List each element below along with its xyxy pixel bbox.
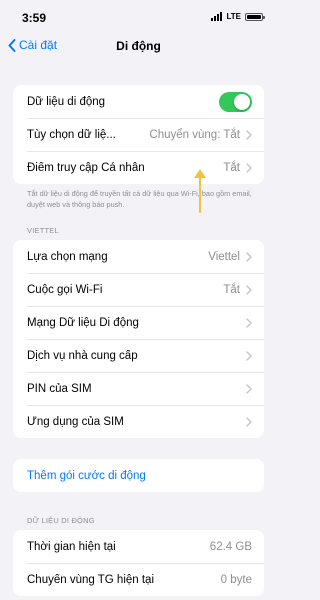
- annotation-arrow-icon: [194, 169, 206, 213]
- current-period-label: Thời gian hiện tại: [27, 540, 116, 553]
- carrier-section-header: VIETTEL: [27, 226, 59, 235]
- sim-applications-row[interactable]: Ứng dụng của SIM: [13, 405, 264, 438]
- network-selection-row[interactable]: Lựa chọn mạng Viettel: [13, 240, 264, 273]
- data-options-label: Tùy chọn dữ liệ...: [27, 128, 116, 141]
- chevron-right-icon: [246, 416, 252, 427]
- mobile-data-footnote: Tắt dữ liệu di động để truyền tất cả dữ …: [27, 189, 252, 209]
- network-selection-value: Viettel: [208, 250, 240, 263]
- cellular-data-network-row[interactable]: Mạng Dữ liệu Di động: [13, 306, 264, 339]
- signal-icon: [211, 12, 223, 21]
- status-time: 3:59: [22, 11, 47, 25]
- wifi-calling-label: Cuộc gọi Wi-Fi: [27, 283, 103, 296]
- wifi-calling-row[interactable]: Cuộc gọi Wi-Fi Tắt: [13, 273, 264, 306]
- sim-applications-label: Ứng dụng của SIM: [27, 415, 124, 428]
- add-cellular-plan-button[interactable]: Thêm gói cước di động: [13, 459, 264, 492]
- personal-hotspot-row[interactable]: Điểm truy cập Cá nhân Tắt: [13, 151, 264, 184]
- nav-bar: Cài đặt Di động: [0, 34, 277, 58]
- mobile-data-label: Dữ liệu di động: [27, 95, 106, 108]
- personal-hotspot-value: Tắt: [223, 161, 240, 174]
- usage-group: Thời gian hiện tại 62.4 GB Chuyển vùng T…: [13, 530, 264, 596]
- sim-pin-label: PIN của SIM: [27, 382, 92, 395]
- current-roaming-label: Chuyển vùng TG hiện tại: [27, 573, 155, 586]
- carrier-services-row[interactable]: Dịch vụ nhà cung cấp: [13, 339, 264, 372]
- chevron-right-icon: [246, 129, 252, 140]
- carrier-services-label: Dịch vụ nhà cung cấp: [27, 349, 138, 362]
- add-plan-group: Thêm gói cước di động: [13, 459, 264, 492]
- mobile-data-toggle[interactable]: [219, 91, 252, 112]
- data-options-row[interactable]: Tùy chọn dữ liệ... Chuyển vùng: Tắt: [13, 118, 264, 151]
- wifi-calling-value: Tắt: [223, 283, 240, 296]
- network-selection-label: Lựa chọn mạng: [27, 250, 108, 263]
- chevron-right-icon: [246, 350, 252, 361]
- chevron-right-icon: [246, 251, 252, 262]
- data-options-value: Chuyển vùng: Tắt: [149, 128, 240, 141]
- mobile-data-row: Dữ liệu di động: [13, 85, 264, 118]
- page-title: Di động: [116, 39, 161, 53]
- current-period-row: Thời gian hiện tại 62.4 GB: [13, 530, 264, 563]
- chevron-right-icon: [246, 317, 252, 328]
- status-icons: LTE: [211, 12, 265, 21]
- usage-section-header: DỮ LIỆU DI ĐỘNG: [27, 516, 95, 525]
- current-period-value: 62.4 GB: [209, 540, 252, 553]
- mobile-data-group: Dữ liệu di động Tùy chọn dữ liệ... Chuyể…: [13, 85, 264, 184]
- chevron-right-icon: [246, 162, 252, 173]
- network-type: LTE: [226, 12, 241, 21]
- add-cellular-plan-label: Thêm gói cước di động: [27, 469, 146, 482]
- current-roaming-row: Chuyển vùng TG hiện tại 0 byte: [13, 563, 264, 596]
- cellular-data-network-label: Mạng Dữ liệu Di động: [27, 316, 139, 329]
- battery-icon: [245, 12, 265, 21]
- status-bar: 3:59 LTE: [0, 0, 277, 34]
- current-roaming-value: 0 byte: [220, 573, 252, 586]
- chevron-right-icon: [246, 383, 252, 394]
- chevron-right-icon: [246, 284, 252, 295]
- sim-pin-row[interactable]: PIN của SIM: [13, 372, 264, 405]
- carrier-group: Lựa chọn mạng Viettel Cuộc gọi Wi-Fi Tắt…: [13, 240, 264, 438]
